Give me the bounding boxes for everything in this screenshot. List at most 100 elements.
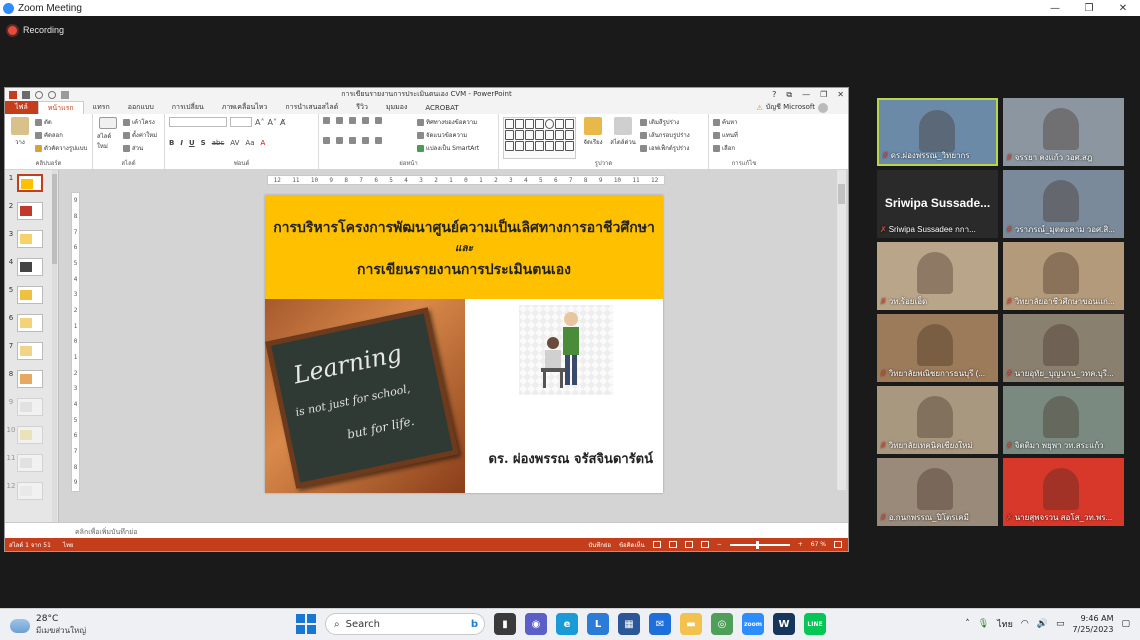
slideshow-view-icon[interactable] (700, 541, 709, 548)
font-size-combo[interactable] (230, 117, 252, 127)
shape-item[interactable] (515, 130, 524, 140)
ribbon-tab[interactable]: มุมมอง (377, 101, 416, 114)
current-slide[interactable]: การบริหารโครงการพัฒนาศูนย์ความเป็นเลิศทา… (265, 195, 663, 493)
quick-styles-button[interactable]: สไตล์ด่วน (610, 117, 636, 151)
store-icon[interactable]: ▦ (618, 613, 640, 635)
comments-button[interactable]: ข้อคิดเห็น (619, 540, 645, 550)
slide-thumbnail[interactable]: 9 (5, 398, 55, 422)
slide-scrollbar[interactable] (837, 170, 846, 490)
zoom-icon[interactable]: zoom (742, 613, 764, 635)
clock[interactable]: 9:46 AM 7/25/2023 (1072, 613, 1113, 635)
grow-font-icon[interactable]: A˄ (255, 118, 264, 127)
line-icon[interactable]: LINE (804, 613, 826, 635)
bold-icon[interactable]: B (169, 139, 174, 147)
section-button[interactable]: ส่วน (123, 143, 157, 153)
align-buttons[interactable] (323, 137, 413, 144)
participant-tile[interactable]: Sriwipa Sussade... ✗ Sriwipa Sussadee กกา.… (877, 170, 998, 238)
find-button[interactable]: ค้นหา (713, 117, 738, 127)
ppt-window-control[interactable]: ⧉ (786, 90, 792, 100)
clear-format-icon[interactable]: A̸ (280, 118, 285, 127)
notes-pane[interactable]: คลิกเพื่อเพิ่มบันทึกย่อ (5, 522, 848, 538)
slide-thumbnail[interactable]: 4 (5, 258, 55, 282)
weather-widget[interactable]: 28°C มีเมฆส่วนใหญ่ (10, 614, 86, 637)
shape-item[interactable] (505, 141, 514, 151)
underline-icon[interactable]: U (189, 139, 195, 147)
shape-item[interactable] (535, 130, 544, 140)
replace-button[interactable]: แทนที่ (713, 130, 738, 140)
shape-item[interactable] (545, 141, 554, 151)
font-name-combo[interactable] (169, 117, 227, 127)
mail-icon[interactable]: ✉ (649, 613, 671, 635)
participant-tile[interactable]: ✗ นายสุพจรวน สอโส_วท.พร... (1003, 458, 1124, 526)
ppt-window-control[interactable]: ❐ (820, 90, 827, 100)
normal-view-icon[interactable] (652, 541, 661, 548)
ribbon-tab[interactable]: หน้าแรก (37, 101, 84, 114)
recording-indicator[interactable]: Recording (8, 25, 64, 35)
slide-thumbnail[interactable]: 11 (5, 454, 55, 478)
shape-item[interactable] (565, 141, 574, 151)
close-button[interactable]: ✕ (1106, 0, 1140, 16)
account[interactable]: ⚠ บัญชี Microsoft (756, 102, 828, 113)
shape-item[interactable] (525, 119, 534, 129)
fit-slide-icon[interactable] (834, 541, 842, 548)
participant-tile[interactable]: ✗ ดร.ผ่องพรรณ_วิทยากร (877, 98, 998, 166)
ribbon-tab[interactable]: ไฟล์ (5, 101, 38, 114)
microphone-icon[interactable]: 🎙 (978, 619, 989, 629)
participant-tile[interactable]: ✗ อ.กนกพรรณ_ปิโตรเคมี (877, 458, 998, 526)
participant-tile[interactable]: ✗ วิทยาลัยอาชีวศึกษาขอนแก่... (1003, 242, 1124, 310)
shape-item[interactable] (545, 119, 554, 129)
battery-icon[interactable]: ▭ (1056, 619, 1065, 629)
font-color-icon[interactable]: A (261, 139, 266, 147)
new-slide-button[interactable]: สไลด์ใหม่ (97, 117, 119, 151)
ribbon-tab[interactable]: รีวิว (347, 101, 377, 114)
slide-thumbnail[interactable]: 6 (5, 314, 55, 338)
webex-icon[interactable]: W (773, 613, 795, 635)
slide-thumbnail[interactable]: 7 (5, 342, 55, 366)
format-painter-button[interactable]: ตัวคัดวางรูปแบบ (35, 143, 87, 153)
zoom-out-button[interactable]: − (717, 541, 722, 548)
ribbon-tab[interactable]: ออกแบบ (119, 101, 163, 114)
slide-thumbnail[interactable]: 10 (5, 426, 55, 450)
slide-scrollbar-knob[interactable] (838, 184, 845, 204)
slide-thumbnail[interactable]: 2 (5, 202, 55, 226)
slide-thumbnail[interactable]: 1 (5, 174, 55, 198)
list-buttons[interactable] (323, 117, 413, 124)
paste-button[interactable]: วาง (9, 117, 31, 151)
folder-icon[interactable]: ▬ (680, 613, 702, 635)
ribbon-tab[interactable]: ACROBAT (416, 101, 467, 114)
ribbon-tab[interactable]: ภาพเคลื่อนไหว (213, 101, 277, 114)
edge-icon[interactable]: e (556, 613, 578, 635)
shape-item[interactable] (515, 119, 524, 129)
sorter-view-icon[interactable] (668, 541, 677, 548)
windows-start-icon[interactable] (296, 614, 316, 634)
minimize-button[interactable]: — (1038, 0, 1072, 16)
smartart-button[interactable]: แปลงเป็น SmartArt (417, 143, 479, 153)
zoom-in-button[interactable]: + (798, 541, 803, 548)
text-direction-button[interactable]: ทิศทางของข้อความ (417, 117, 479, 127)
slide-thumbnail[interactable]: 8 (5, 370, 55, 394)
restore-button[interactable]: ❐ (1072, 0, 1106, 16)
layout-button[interactable]: เค้าโครง (123, 117, 157, 127)
ribbon-tab[interactable]: การนำเสนอสไลด์ (276, 101, 347, 114)
participant-tile[interactable]: ✗ นายอุทัย_บุญนาน_วทค.บุรี... (1003, 314, 1124, 382)
copy-button[interactable]: คัดลอก (35, 130, 87, 140)
slide-thumbnail[interactable]: 12 (5, 482, 55, 506)
shape-item[interactable] (505, 130, 514, 140)
arrange-button[interactable]: จัดเรียง (580, 117, 606, 151)
reading-view-icon[interactable] (684, 541, 693, 548)
shape-item[interactable] (535, 141, 544, 151)
language-indicator[interactable]: ไทย (63, 540, 74, 550)
teams-icon[interactable]: ◉ (525, 613, 547, 635)
participant-tile[interactable]: ✗ จรรยา คงแก้ว วอศ.สฎ (1003, 98, 1124, 166)
participant-tile[interactable]: ✗ วราภรณ์_มุตตะคาม วอศ.สิ... (1003, 170, 1124, 238)
shape-item[interactable] (535, 119, 544, 129)
shape-item[interactable] (565, 119, 574, 129)
shape-effects-button[interactable]: เอฟเฟ็กต์รูปร่าง (640, 143, 690, 153)
shape-item[interactable] (505, 119, 514, 129)
cut-button[interactable]: ตัด (35, 117, 87, 127)
chevron-up-icon[interactable]: ˄ (965, 619, 970, 629)
shape-fill-button[interactable]: เติมสีรูปร่าง (640, 117, 690, 127)
l-app-icon[interactable]: L (587, 613, 609, 635)
participant-tile[interactable]: ✗ วิทยาลัยเทคนิคเชียงใหม่ (877, 386, 998, 454)
zoom-slider-knob[interactable] (755, 540, 759, 549)
